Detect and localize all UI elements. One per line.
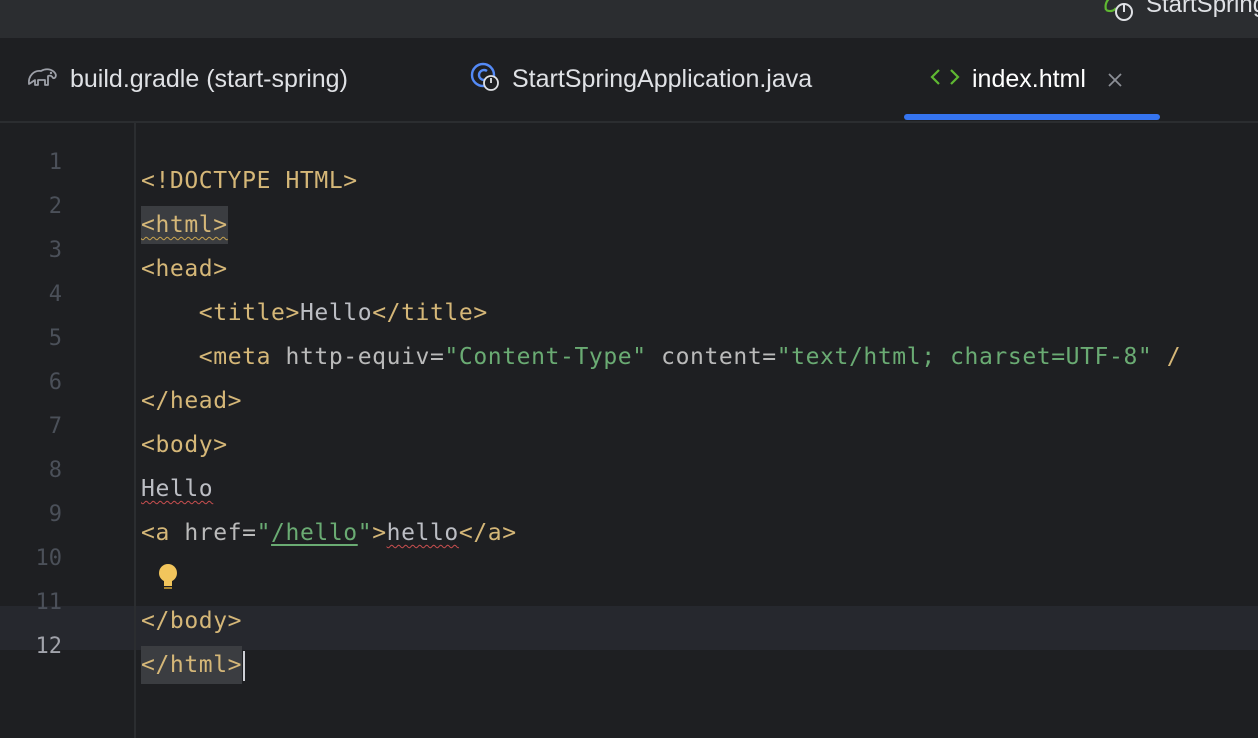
- code-line: 11 </body>: [0, 563, 1258, 634]
- main-toolbar: StartSpring: [0, 0, 1258, 38]
- run-configuration-selector[interactable]: StartSpring: [1100, 0, 1258, 22]
- code-line: 5 <meta http-equiv="Content-Type" conten…: [0, 299, 1258, 370]
- run-configuration-label: StartSpring: [1146, 0, 1258, 18]
- gradle-elephant-icon: [26, 64, 58, 95]
- tab-label: index.html: [972, 65, 1086, 93]
- spring-boot-run-icon: [1100, 0, 1136, 22]
- lightbulb-icon[interactable]: [158, 563, 178, 591]
- tab-index-html[interactable]: index.html: [930, 38, 1124, 121]
- close-icon[interactable]: [1106, 71, 1124, 89]
- code-line: 12 </html>: [0, 607, 1258, 684]
- active-tab-indicator: [904, 114, 1160, 120]
- code-line: 7 <body>: [0, 387, 1258, 458]
- html-brackets-icon: [930, 67, 960, 92]
- spring-app-class-icon: [470, 62, 500, 97]
- tab-build-gradle[interactable]: build.gradle (start-spring): [26, 38, 348, 121]
- code-line: 9 <a href="/hello">hello</a>: [0, 475, 1258, 546]
- code-line: 1 <!DOCTYPE HTML>: [0, 123, 1258, 194]
- code-line: 4 <title>Hello</title>: [0, 255, 1258, 326]
- html-close-tag: </html>: [141, 646, 243, 684]
- code-line: 6 </head>: [0, 343, 1258, 414]
- ide-window: StartSpring build.gradle (start-spring): [0, 0, 1258, 738]
- text-caret: [243, 650, 246, 681]
- editor-tab-bar: build.gradle (start-spring) StartSpringA…: [0, 38, 1258, 123]
- code-text: </html>: [141, 643, 246, 687]
- code-editor[interactable]: 1 <!DOCTYPE HTML> 2 <html> 3 <head> 4 <t…: [0, 123, 1258, 738]
- code-line: 10: [0, 519, 1258, 571]
- tab-start-spring-application[interactable]: StartSpringApplication.java: [470, 38, 812, 121]
- code-line: 8 Hello: [0, 431, 1258, 502]
- code-line: 3 <head>: [0, 211, 1258, 282]
- code-line: 2 <html>: [0, 167, 1258, 244]
- tab-label: build.gradle (start-spring): [70, 65, 348, 93]
- line-number: 12: [35, 634, 63, 659]
- tab-label: StartSpringApplication.java: [512, 65, 813, 93]
